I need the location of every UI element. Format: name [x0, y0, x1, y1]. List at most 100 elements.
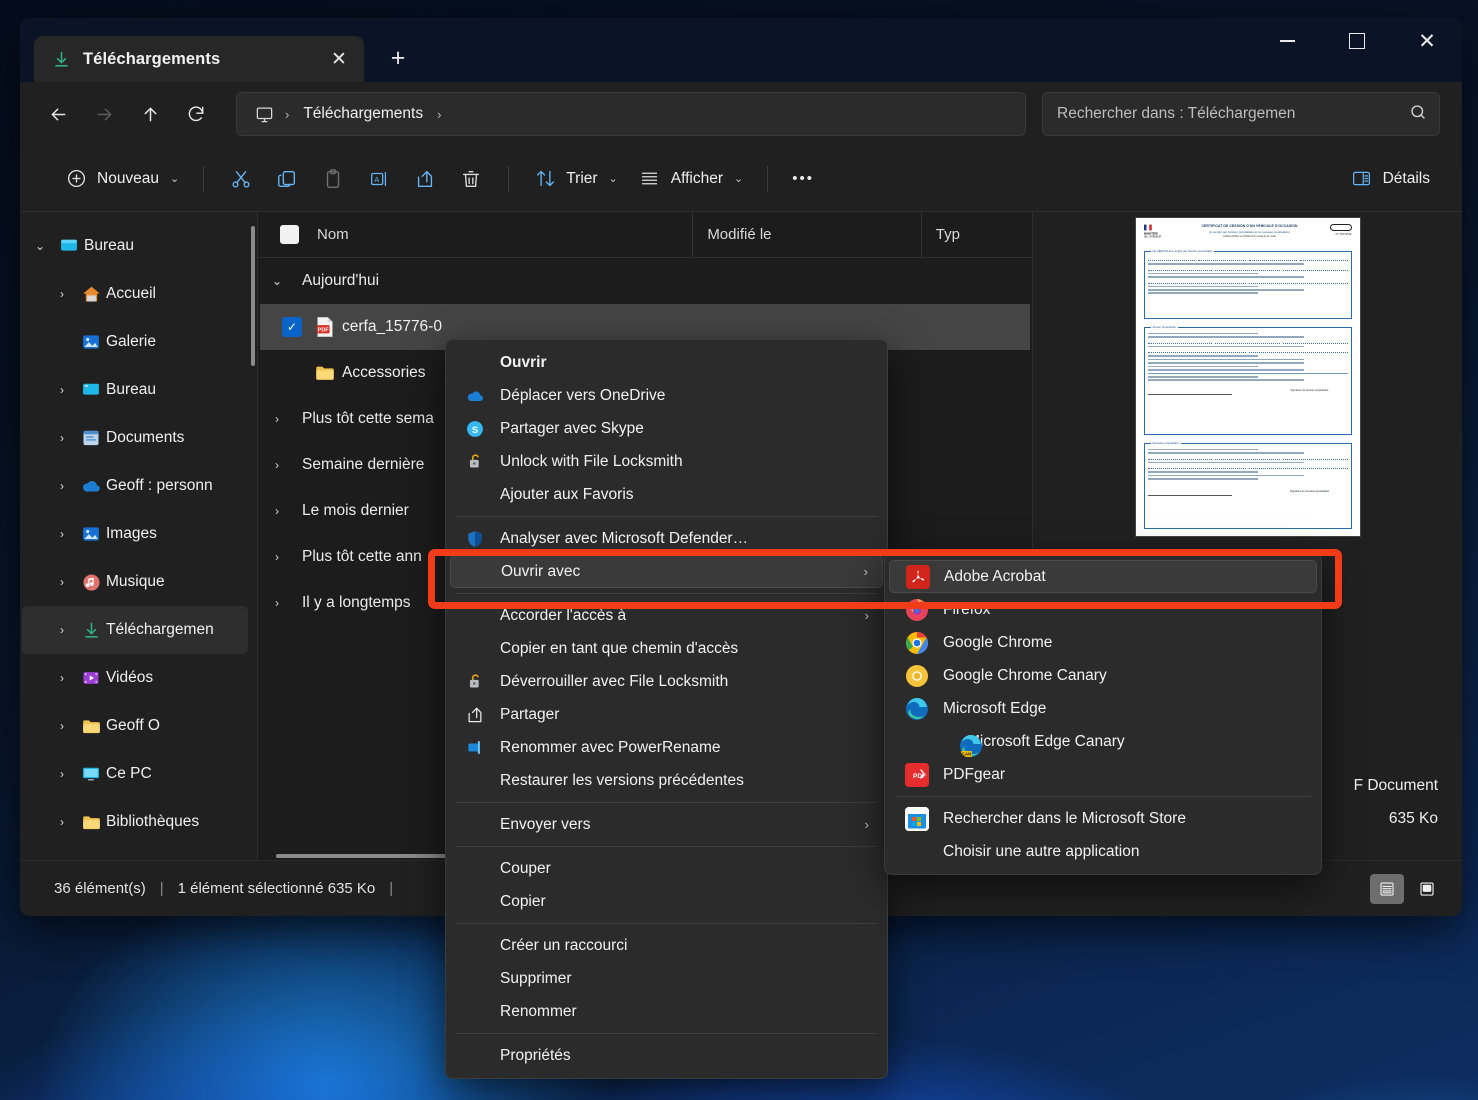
sidebar-item-telechargements[interactable]: › Téléchargemen	[22, 606, 248, 654]
menu-item-deplacer-vers-onedrive[interactable]: Déplacer vers OneDrive	[450, 379, 883, 412]
more-options-button[interactable]: •••	[782, 158, 824, 200]
view-button[interactable]: Afficher ⌄	[628, 158, 754, 200]
chevron-right-icon[interactable]: ›	[48, 815, 76, 829]
chevron-right-icon[interactable]: ›	[48, 479, 76, 493]
group-header-aujourdhui[interactable]: ⌄ Aujourd'hui	[258, 258, 1032, 304]
chevron-down-icon[interactable]: ⌄	[609, 172, 618, 185]
forward-button[interactable]	[82, 94, 126, 134]
chevron-right-icon[interactable]: ›	[48, 431, 76, 445]
sidebar-item-bureau-root[interactable]: ⌄ Bureau	[22, 222, 248, 270]
minimize-button[interactable]	[1252, 18, 1322, 64]
sidebar-item-bureau[interactable]: › Bureau	[22, 366, 248, 414]
row-checkbox[interactable]: ✓	[282, 317, 302, 337]
chevron-right-icon[interactable]: ›	[266, 458, 288, 472]
select-all-checkbox[interactable]	[280, 225, 299, 244]
menu-item-copier-en-tant-que-chemin-dacces[interactable]: Copier en tant que chemin d'accès	[450, 632, 883, 665]
copy-button[interactable]	[264, 158, 310, 200]
up-button[interactable]	[128, 94, 172, 134]
chevron-right-icon[interactable]: ›	[48, 575, 76, 589]
submenu-item-microsoft-edge-canary[interactable]: CAN Microsoft Edge Canary	[889, 725, 1317, 758]
sidebar-item-galerie[interactable]: Galerie	[22, 318, 248, 366]
sidebar-scrollbar[interactable]	[251, 226, 255, 366]
menu-item-couper[interactable]: Couper	[450, 852, 883, 885]
chevron-right-icon[interactable]: ›	[48, 719, 76, 733]
new-button[interactable]: Nouveau ⌄	[54, 158, 189, 200]
sidebar-item-accueil[interactable]: › Accueil	[22, 270, 248, 318]
close-window-button[interactable]: ✕	[1392, 18, 1462, 64]
column-header-modified[interactable]: Modifié le	[692, 212, 920, 257]
menu-item-ouvrir-avec[interactable]: Ouvrir avec ›	[450, 555, 883, 588]
menu-item-supprimer[interactable]: Supprimer	[450, 962, 883, 995]
paste-button[interactable]	[310, 158, 356, 200]
maximize-button[interactable]	[1322, 18, 1392, 64]
menu-item-ajouter-aux-favoris[interactable]: Ajouter aux Favoris	[450, 478, 883, 511]
cut-button[interactable]	[218, 158, 264, 200]
menu-item-unlock-with-file-locksmith[interactable]: Unlock with File Locksmith	[450, 445, 883, 478]
share-button[interactable]	[402, 158, 448, 200]
menu-item-deverrouiller-avec-file-locksmith[interactable]: Déverrouiller avec File Locksmith	[450, 665, 883, 698]
sidebar-item-bibliotheques[interactable]: › Bibliothèques	[22, 798, 248, 846]
list-view-icon[interactable]	[1370, 873, 1404, 904]
submenu-item-google-chrome[interactable]: Google Chrome	[889, 626, 1317, 659]
chevron-right-icon[interactable]: ›	[266, 596, 288, 610]
breadcrumb-separator-2[interactable]: ›	[435, 107, 443, 122]
search-icon[interactable]	[1409, 103, 1427, 126]
chevron-right-icon[interactable]: ›	[48, 527, 76, 541]
chevron-right-icon[interactable]: ›	[48, 623, 76, 637]
refresh-button[interactable]	[174, 94, 218, 134]
chevron-right-icon[interactable]: ›	[48, 767, 76, 781]
submenu-item-microsoft-edge[interactable]: Microsoft Edge	[889, 692, 1317, 725]
sidebar-item-documents[interactable]: › Documents	[22, 414, 248, 462]
menu-item-restaurer-les-versions-precedentes[interactable]: Restaurer les versions précédentes	[450, 764, 883, 797]
tab-telechargements[interactable]: Téléchargements ✕	[34, 36, 364, 82]
chevron-right-icon[interactable]: ›	[48, 671, 76, 685]
menu-item-creer-un-raccourci[interactable]: Créer un raccourci	[450, 929, 883, 962]
menu-item-partager[interactable]: Partager	[450, 698, 883, 731]
sort-button[interactable]: Trier ⌄	[523, 158, 628, 200]
new-tab-button[interactable]: +	[378, 38, 418, 78]
chevron-right-icon[interactable]: ›	[48, 383, 76, 397]
chevron-right-icon[interactable]: ›	[266, 412, 288, 426]
column-header-name[interactable]: Nom	[280, 225, 692, 244]
menu-item-renommer[interactable]: Renommer	[450, 995, 883, 1028]
menu-item-proprietes[interactable]: Propriétés	[450, 1039, 883, 1072]
sidebar-item-geoff-o[interactable]: › Geoff O	[22, 702, 248, 750]
submenu-item-pdfgear[interactable]: PDF PDFgear	[889, 758, 1317, 791]
search-input[interactable]: Rechercher dans : Téléchargemen	[1042, 92, 1440, 136]
sidebar-item-images[interactable]: › Images	[22, 510, 248, 558]
submenu-item-rechercher-dans-le-microsoft-store[interactable]: Rechercher dans le Microsoft Store	[889, 802, 1317, 835]
menu-item-envoyer-vers[interactable]: Envoyer vers ›	[450, 808, 883, 841]
chevron-down-icon[interactable]: ⌄	[266, 274, 288, 288]
details-view-icon[interactable]	[1410, 874, 1444, 904]
submenu-item-choisir-une-autre-application[interactable]: Choisir une autre application	[889, 835, 1317, 868]
column-header-type[interactable]: Typ	[920, 212, 1032, 257]
submenu-item-firefox[interactable]: Firefox	[889, 593, 1317, 626]
sidebar-item-videos[interactable]: › Vidéos	[22, 654, 248, 702]
breadcrumb-separator-1[interactable]: ›	[283, 107, 291, 122]
menu-item-analyser-avec-microsoft-defender[interactable]: Analyser avec Microsoft Defender…	[450, 522, 883, 555]
sidebar-item-ce-pc[interactable]: › Ce PC	[22, 750, 248, 798]
details-pane-button[interactable]: Détails	[1340, 158, 1440, 200]
chevron-right-icon[interactable]: ›	[48, 287, 76, 301]
chevron-down-icon[interactable]: ⌄	[170, 172, 179, 185]
menu-item-accorder-lacces-a[interactable]: Accorder l'accès à ›	[450, 599, 883, 632]
chevron-down-icon[interactable]: ⌄	[26, 239, 54, 253]
submenu-item-adobe-acrobat[interactable]: Adobe Acrobat	[889, 560, 1317, 593]
back-button[interactable]	[36, 94, 80, 134]
chevron-right-icon[interactable]: ›	[266, 504, 288, 518]
menu-item-renommer-avec-powerrename[interactable]: Renommer avec PowerRename	[450, 731, 883, 764]
breadcrumb[interactable]: › Téléchargements ›	[236, 92, 1026, 136]
menu-item-copier[interactable]: Copier	[450, 885, 883, 918]
menu-item-partager-avec-skype[interactable]: S Partager avec Skype	[450, 412, 883, 445]
menu-item-ouvrir[interactable]: Ouvrir	[450, 346, 883, 379]
sidebar-item-onedrive[interactable]: › Geoff : personn	[22, 462, 248, 510]
row-checkbox[interactable]	[282, 363, 302, 383]
breadcrumb-path[interactable]: Téléchargements	[295, 105, 431, 123]
chevron-down-icon[interactable]: ⌄	[734, 172, 743, 185]
chevron-right-icon[interactable]: ›	[266, 550, 288, 564]
rename-button[interactable]: A	[356, 158, 402, 200]
submenu-item-google-chrome-canary[interactable]: Google Chrome Canary	[889, 659, 1317, 692]
close-tab-icon[interactable]: ✕	[324, 44, 354, 74]
delete-button[interactable]	[448, 158, 494, 200]
sidebar-item-musique[interactable]: › Musique	[22, 558, 248, 606]
